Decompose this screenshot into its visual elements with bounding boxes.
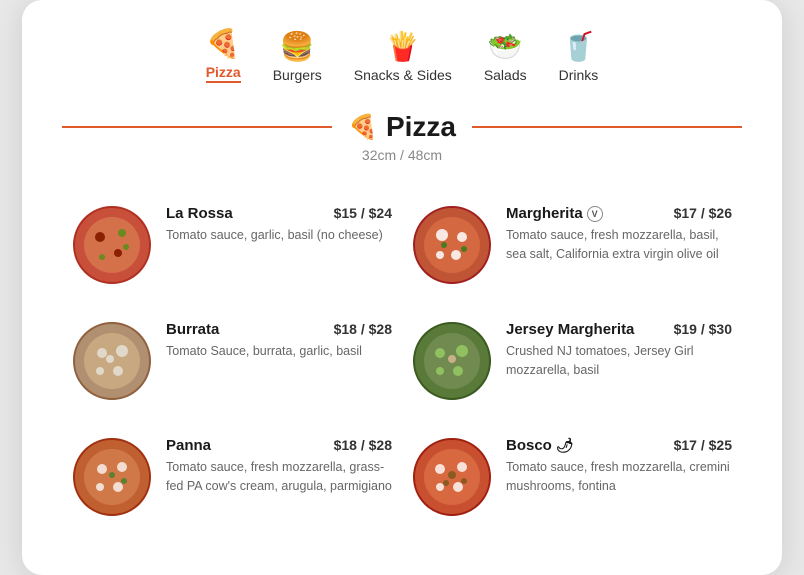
bosco-chili-icon: 🌶	[556, 437, 574, 454]
jersey-margherita-price: $19 / $30	[674, 321, 732, 337]
pizza-image-bosco	[412, 437, 492, 517]
section-header: 🍕 Pizza	[62, 111, 742, 143]
section-line-left	[62, 126, 332, 128]
menu-grid: La Rossa $15 / $24 Tomato sauce, garlic,…	[62, 187, 742, 535]
nav-label-salads: Salads	[484, 67, 527, 83]
nav-label-burgers: Burgers	[273, 67, 322, 83]
menu-item-bosco-info: Bosco 🌶 $17 / $25 Tomato sauce, fresh mo…	[506, 437, 732, 496]
pizza-image-burrata	[72, 321, 152, 401]
bosco-desc: Tomato sauce, fresh mozzarella, cremini …	[506, 458, 732, 496]
panna-desc: Tomato sauce, fresh mozzarella, grass-fe…	[166, 458, 392, 496]
margherita-desc: Tomato sauce, fresh mozzarella, basil, s…	[506, 226, 732, 264]
burrata-desc: Tomato Sauce, burrata, garlic, basil	[166, 342, 392, 361]
menu-item-panna[interactable]: Panna $18 / $28 Tomato sauce, fresh mozz…	[62, 419, 402, 535]
nav-label-drinks: Drinks	[559, 67, 599, 83]
panna-name-row: Panna $18 / $28	[166, 437, 392, 454]
menu-item-bosco[interactable]: Bosco 🌶 $17 / $25 Tomato sauce, fresh mo…	[402, 419, 742, 535]
burrata-price: $18 / $28	[334, 321, 392, 337]
margherita-name-row: Margherita V $17 / $26	[506, 205, 732, 222]
menu-item-burrata-info: Burrata $18 / $28 Tomato Sauce, burrata,…	[166, 321, 392, 361]
la-rossa-desc: Tomato sauce, garlic, basil (no cheese)	[166, 226, 392, 245]
menu-item-margherita-info: Margherita V $17 / $26 Tomato sauce, fre…	[506, 205, 732, 264]
pizza-image-margherita	[412, 205, 492, 285]
margherita-badge: V	[587, 206, 603, 222]
fries-nav-icon: 🍟	[385, 33, 420, 61]
burrata-name-row: Burrata $18 / $28	[166, 321, 392, 338]
la-rossa-name: La Rossa	[166, 205, 233, 222]
margherita-name: Margherita V	[506, 205, 603, 222]
menu-item-panna-info: Panna $18 / $28 Tomato sauce, fresh mozz…	[166, 437, 392, 496]
burrata-name: Burrata	[166, 321, 219, 338]
jersey-margherita-desc: Crushed NJ tomatoes, Jersey Girl mozzare…	[506, 342, 732, 380]
nav-item-salads[interactable]: 🥗 Salads	[484, 33, 527, 83]
category-nav: 🍕 Pizza 🍔 Burgers 🍟 Snacks & Sides 🥗 Sal…	[62, 30, 742, 83]
pizza-image-jersey-margherita	[412, 321, 492, 401]
section-subtitle: 32cm / 48cm	[62, 147, 742, 163]
pizza-nav-icon: 🍕	[206, 30, 241, 58]
pizza-image-panna	[72, 437, 152, 517]
section-line-right	[472, 126, 742, 128]
burger-nav-icon: 🍔	[280, 33, 315, 61]
menu-item-jersey-margherita[interactable]: Jersey Margherita $19 / $30 Crushed NJ t…	[402, 303, 742, 419]
jersey-margherita-name-row: Jersey Margherita $19 / $30	[506, 321, 732, 338]
menu-item-jersey-margherita-info: Jersey Margherita $19 / $30 Crushed NJ t…	[506, 321, 732, 380]
section-pizza-icon: 🍕	[348, 113, 378, 142]
menu-card: 🍕 Pizza 🍔 Burgers 🍟 Snacks & Sides 🥗 Sal…	[22, 0, 782, 575]
menu-item-la-rossa-info: La Rossa $15 / $24 Tomato sauce, garlic,…	[166, 205, 392, 245]
la-rossa-name-row: La Rossa $15 / $24	[166, 205, 392, 222]
nav-item-pizza[interactable]: 🍕 Pizza	[206, 30, 241, 83]
margherita-price: $17 / $26	[674, 205, 732, 221]
bosco-name-row: Bosco 🌶 $17 / $25	[506, 437, 732, 454]
pizza-image-la-rossa	[72, 205, 152, 285]
panna-name: Panna	[166, 437, 211, 454]
jersey-margherita-name: Jersey Margherita	[506, 321, 634, 338]
menu-item-la-rossa[interactable]: La Rossa $15 / $24 Tomato sauce, garlic,…	[62, 187, 402, 303]
menu-item-burrata[interactable]: Burrata $18 / $28 Tomato Sauce, burrata,…	[62, 303, 402, 419]
nav-item-drinks[interactable]: 🥤 Drinks	[559, 33, 599, 83]
nav-item-snacks[interactable]: 🍟 Snacks & Sides	[354, 33, 452, 83]
menu-item-margherita[interactable]: Margherita V $17 / $26 Tomato sauce, fre…	[402, 187, 742, 303]
nav-label-snacks: Snacks & Sides	[354, 67, 452, 83]
nav-label-pizza: Pizza	[206, 64, 241, 83]
la-rossa-price: $15 / $24	[334, 205, 392, 221]
bosco-name: Bosco 🌶	[506, 437, 574, 454]
panna-price: $18 / $28	[334, 437, 392, 453]
salad-nav-icon: 🥗	[488, 33, 523, 61]
section-title: Pizza	[386, 111, 456, 143]
nav-item-burgers[interactable]: 🍔 Burgers	[273, 33, 322, 83]
bosco-price: $17 / $25	[674, 437, 732, 453]
section-title-wrap: 🍕 Pizza	[332, 111, 472, 143]
drink-nav-icon: 🥤	[561, 33, 596, 61]
